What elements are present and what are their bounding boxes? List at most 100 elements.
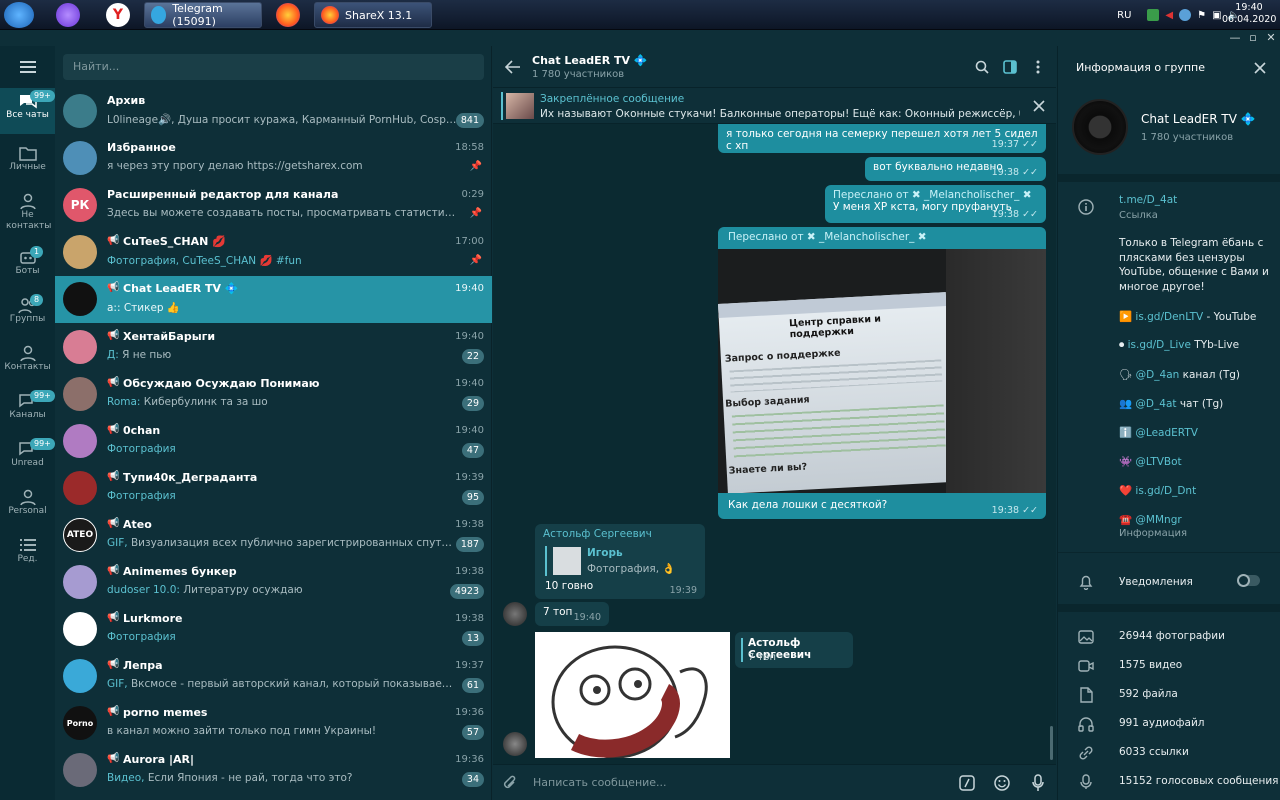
shared-media-row[interactable]: 6033 ссылки	[1058, 739, 1280, 768]
close-pinned-icon[interactable]	[1033, 100, 1045, 112]
start-button[interactable]	[4, 2, 34, 28]
chat-list-item[interactable]: Архив L0lineage🔊, Душа просит куража, Кар…	[55, 88, 492, 135]
close-icon[interactable]	[1254, 62, 1266, 74]
notifications-toggle[interactable]	[1237, 574, 1260, 587]
unread-badge: 841	[455, 113, 484, 128]
language-indicator[interactable]: RU	[1117, 10, 1131, 21]
message-forwarded-photo[interactable]: Переслано от ✖ _Melancholischer_ ✖ Центр…	[718, 227, 1046, 519]
chat-list-item[interactable]: 📢 Lurkmore 19:38 Фотография 13	[55, 606, 492, 653]
folder-personal[interactable]: Личные	[0, 140, 55, 184]
sidebar-toggle-icon[interactable]	[1003, 60, 1017, 74]
folder-channels[interactable]: 99+ Каналы	[0, 388, 55, 432]
chat-list-item[interactable]: ATEO 📢 Ateo 19:38 GIF, Визуализация всех пуб…	[55, 512, 492, 559]
folder-bots[interactable]: 1 Боты	[0, 244, 55, 288]
folder-unread[interactable]: 99+ Unread	[0, 436, 55, 480]
minimize-icon[interactable]: —	[1228, 31, 1242, 45]
microphone-icon[interactable]	[1032, 774, 1044, 792]
back-arrow-icon[interactable]	[505, 60, 521, 74]
taskbar-telegram-button[interactable]: Telegram (15091)	[144, 2, 262, 28]
network-icon[interactable]: ▣	[1212, 10, 1221, 21]
description-link-line[interactable]: ⏺ is.gd/D_Live TYb-Live	[1119, 339, 1239, 352]
search-icon[interactable]	[975, 60, 989, 74]
chat-list-item[interactable]: 📢 0chan 19:40 Фотография 47	[55, 418, 492, 465]
chat-list-item[interactable]: 📢 CuTeeS_CHAN 💋 17:00 Фотография, CuTeeS_CH…	[55, 229, 492, 276]
message-outgoing[interactable]: вот буквально недавно 19:38 ✓✓	[865, 157, 1046, 181]
chat-list-item[interactable]: 📢 Лепра 19:37 GIF, Вксмосе - первый авторск…	[55, 653, 492, 700]
description-link-line[interactable]: ℹ️ @LeadERTV	[1119, 426, 1198, 439]
megaphone-icon: 📢	[107, 376, 120, 388]
chat-name: porno memes	[123, 706, 208, 720]
shared-media-row[interactable]: 15152 голосовых сообщения	[1058, 768, 1280, 797]
reply-quote[interactable]: Игорь Фотография, 👌	[545, 546, 695, 576]
alice-app-icon[interactable]	[56, 3, 80, 27]
message-input[interactable]: Написать сообщение...	[533, 776, 933, 789]
sender-avatar[interactable]	[503, 732, 527, 756]
volume-icon[interactable]: ◀	[1165, 10, 1173, 21]
folder-contacts[interactable]: Контакты	[0, 340, 55, 384]
folder-groups[interactable]: 8 Группы	[0, 292, 55, 336]
shared-media-row[interactable]: 1575 видео	[1058, 652, 1280, 681]
description-link-line[interactable]: ▶️ is.gd/DenLTV - YouTube	[1119, 310, 1256, 323]
chat-title[interactable]: Chat LeadER TV 💠	[532, 54, 648, 67]
chat-avatar	[63, 141, 97, 176]
group-link-label: Ссылка	[1119, 210, 1158, 221]
description-link-line[interactable]: ❤️ is.gd/D_Dnt	[1119, 484, 1196, 497]
chat-list-item[interactable]: 📢 ХентайБарыги 19:40 Д: Я не пью 22	[55, 324, 492, 371]
search-input[interactable]: Найти...	[63, 54, 484, 80]
chat-name: Тупи40к_Деграданта	[123, 470, 258, 484]
edit-folders-button[interactable]: Ред.	[0, 532, 55, 576]
description-link-line[interactable]: ☎️ @MMngr	[1119, 513, 1182, 526]
chat-list-item[interactable]: 📢 Animemes бункер 19:38 dudoser 10.0: Литер…	[55, 559, 492, 606]
folder-all-chats[interactable]: 99+ Все чаты	[0, 88, 55, 134]
flag-icon[interactable]: ⚑	[1197, 10, 1206, 21]
shared-media-row[interactable]: 991 аудиофайл	[1058, 710, 1280, 739]
chat-member-count: 1 780 участников	[532, 69, 625, 80]
chat-time: 17:00	[455, 236, 484, 248]
message-forwarded[interactable]: Переслано от ✖ _Melancholischer_ ✖ У мен…	[825, 185, 1046, 223]
menu-button[interactable]	[0, 52, 55, 82]
firefox-icon[interactable]	[276, 3, 300, 27]
chat-list-item[interactable]: 📢 Chat LeadER TV 💠 19:40 a:: Стикер 👍	[55, 276, 492, 324]
sender-avatar[interactable]	[503, 602, 527, 626]
close-window-icon[interactable]: ✕	[1264, 31, 1278, 45]
megaphone-icon: 📢	[107, 753, 120, 765]
chat-list-item[interactable]: Porno 📢 porno memes 19:36 в канал можно зайт…	[55, 700, 492, 747]
yandex-browser-icon[interactable]: Y	[106, 3, 130, 27]
globe-icon[interactable]	[1179, 9, 1192, 21]
chat-name: Ateo	[123, 517, 152, 531]
message-incoming[interactable]: 7 топ 19:40	[535, 602, 609, 626]
message-outgoing[interactable]: я только сегодня на семерку перешел хотя…	[718, 124, 1046, 153]
chat-list-item[interactable]: РК Расширенный редактор для канала 0:29 Зде…	[55, 182, 492, 229]
message-incoming[interactable]: Астольф Сергеевич Игорь Фотография, 👌 10…	[535, 524, 705, 599]
chat-scrollbar[interactable]	[1050, 726, 1053, 760]
forwarded-photo[interactable]: Центр справки и поддержки Запрос о подде…	[718, 249, 1046, 493]
attach-icon[interactable]	[503, 775, 517, 791]
pinned-thumbnail	[506, 93, 534, 119]
description-link-line[interactable]: 🗣 @D_4an канал (Tg)	[1119, 368, 1240, 381]
chat-header: Chat LeadER TV 💠 1 780 участников	[493, 46, 1056, 88]
tray-app-icon[interactable]	[1147, 9, 1160, 21]
megaphone-icon: 📢	[107, 517, 120, 529]
bot-command-icon[interactable]	[959, 775, 975, 791]
sticker-reply-quote[interactable]: Астольф Сергеевич 7 топ	[735, 632, 853, 668]
emoji-icon[interactable]	[994, 775, 1010, 791]
more-vertical-icon[interactable]	[1036, 60, 1040, 74]
shared-media-row[interactable]: 26944 фотографии	[1058, 623, 1280, 652]
maximize-icon[interactable]: ▫	[1246, 31, 1260, 45]
folder-non-contacts[interactable]: Не контакты	[0, 188, 55, 238]
taskbar-sharex-button[interactable]: ShareX 13.1	[314, 2, 432, 28]
group-avatar[interactable]	[1072, 99, 1128, 155]
clock[interactable]: 19:40 06.04.2020	[1222, 2, 1276, 26]
chat-list-item[interactable]: Избранное 18:58 я через эту прогу делаю ht…	[55, 135, 492, 182]
chat-list-item[interactable]: 📢 Тупи40к_Деграданта 19:39 Фотография 95	[55, 465, 492, 512]
description-link-line[interactable]: 👾 @LTVBot	[1119, 455, 1182, 468]
link-icon	[1079, 746, 1093, 760]
pinned-message-bar[interactable]: Закреплённое сообщение Их называют Оконн…	[493, 88, 1056, 124]
shared-media-row[interactable]: 592 файла	[1058, 681, 1280, 710]
chat-list-item[interactable]: 📢 Aurora |AR| 19:36 Видео, Если Япония - не…	[55, 747, 492, 794]
description-link-line[interactable]: 👥 @D_4at чат (Tg)	[1119, 397, 1223, 410]
chat-list-item[interactable]: 📢 Обсуждаю Осуждаю Понимаю 19:40 Roma: Кибе…	[55, 371, 492, 418]
folder-personal-en[interactable]: Personal	[0, 484, 55, 528]
group-link[interactable]: t.me/D_4at	[1119, 194, 1177, 206]
sticker-image[interactable]	[535, 632, 730, 758]
